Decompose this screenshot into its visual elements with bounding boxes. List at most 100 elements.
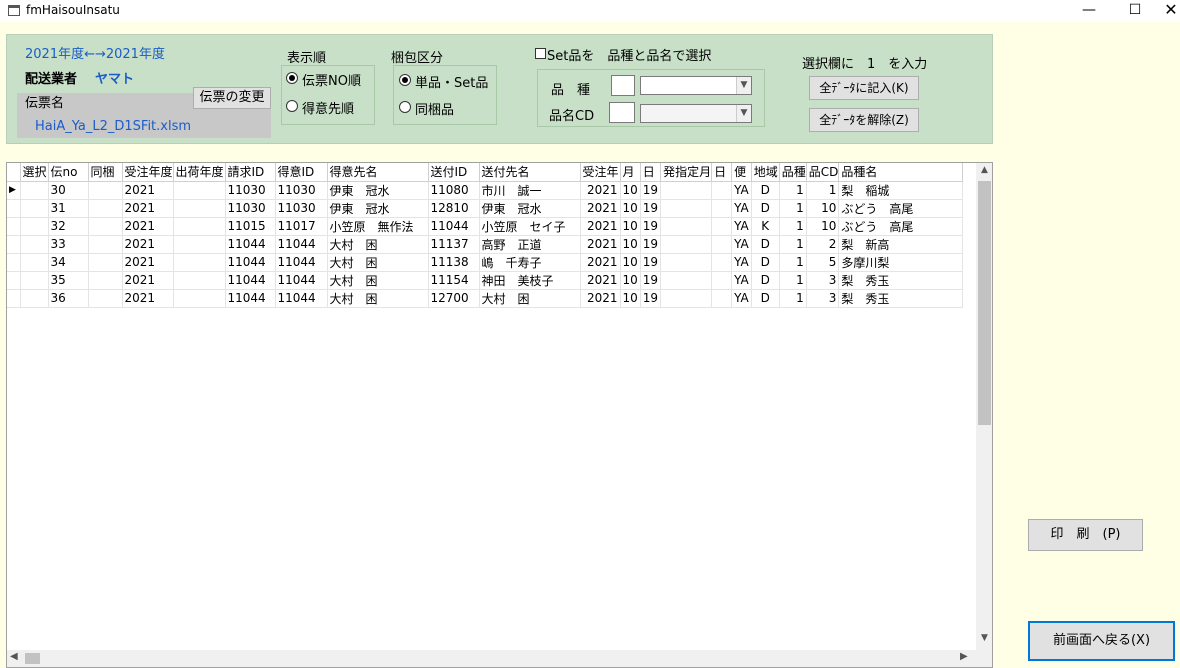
table-cell[interactable]: 大村 困	[327, 271, 429, 290]
table-cell[interactable]: 1	[806, 181, 840, 200]
table-cell[interactable]: D	[751, 199, 780, 218]
table-cell[interactable]: 2021	[580, 217, 621, 236]
table-cell[interactable]: ぶどう 高尾	[838, 217, 964, 236]
select-cell[interactable]	[20, 289, 49, 308]
table-cell[interactable]: 高野 正道	[479, 235, 581, 254]
row-selector[interactable]	[7, 253, 21, 272]
table-cell[interactable]: YA	[731, 271, 752, 290]
table-cell[interactable]: 1	[779, 253, 807, 272]
vertical-scrollbar[interactable]: ▲ ▼	[976, 163, 992, 667]
row-selector[interactable]: ▶	[7, 181, 21, 200]
table-cell[interactable]: 19	[640, 253, 662, 272]
table-cell[interactable]	[173, 289, 226, 308]
sort-by-customer-radio[interactable]	[286, 100, 298, 112]
table-cell[interactable]: 小笠原 セイ子	[479, 217, 581, 236]
table-cell[interactable]: 梨 新高	[838, 235, 964, 254]
select-cell[interactable]	[20, 271, 49, 290]
table-cell[interactable]: YA	[731, 199, 752, 218]
table-cell[interactable]	[711, 253, 733, 272]
row-selector[interactable]	[7, 235, 21, 254]
table-cell[interactable]	[711, 199, 733, 218]
table-cell[interactable]: 10	[620, 253, 641, 272]
fill-all-button[interactable]: 全ﾃﾞｰﾀに記入(K)	[809, 76, 919, 100]
table-cell[interactable]: 10	[620, 235, 641, 254]
table-cell[interactable]	[711, 271, 733, 290]
table-cell[interactable]	[660, 235, 713, 254]
single-set-radio[interactable]	[399, 74, 411, 86]
table-cell[interactable]: D	[751, 235, 780, 254]
table-cell[interactable]: 10	[806, 199, 840, 218]
table-cell[interactable]	[660, 289, 713, 308]
table-cell[interactable]: 32	[48, 217, 89, 236]
table-cell[interactable]: 31	[48, 199, 89, 218]
sort-by-customer-label[interactable]: 得意先順	[302, 98, 354, 117]
table-cell[interactable]: 11044	[275, 235, 328, 254]
table-cell[interactable]: 伊東 冠水	[479, 199, 581, 218]
table-cell[interactable]: 1	[779, 181, 807, 200]
table-cell[interactable]: 多摩川梨	[838, 253, 964, 272]
column-header[interactable]: 受注年度	[122, 163, 174, 182]
table-cell[interactable]	[173, 181, 226, 200]
table-cell[interactable]: 梨 秀玉	[838, 289, 964, 308]
column-header[interactable]: 品CD	[806, 163, 840, 182]
set-select-checkbox[interactable]	[535, 48, 546, 59]
table-cell[interactable]: 1	[779, 289, 807, 308]
chevron-down-icon[interactable]: ▼	[736, 77, 751, 94]
table-cell[interactable]	[660, 199, 713, 218]
column-header[interactable]: 日	[711, 163, 733, 182]
bundled-label[interactable]: 同梱品	[415, 99, 454, 118]
scroll-left-icon[interactable]: ◀	[10, 651, 18, 662]
table-cell[interactable]	[88, 235, 123, 254]
minimize-button[interactable]: —	[1066, 0, 1112, 22]
table-cell[interactable]: YA	[731, 181, 752, 200]
table-cell[interactable]: 梨 秀玉	[838, 271, 964, 290]
table-cell[interactable]	[711, 289, 733, 308]
table-cell[interactable]: 2021	[580, 289, 621, 308]
table-cell[interactable]: 11044	[225, 289, 276, 308]
table-cell[interactable]: 大村 困	[327, 253, 429, 272]
bundled-radio[interactable]	[399, 101, 411, 113]
table-cell[interactable]	[711, 181, 733, 200]
table-cell[interactable]: YA	[731, 235, 752, 254]
table-cell[interactable]: 11137	[428, 235, 480, 254]
table-cell[interactable]: 11030	[225, 181, 276, 200]
table-cell[interactable]	[88, 271, 123, 290]
table-cell[interactable]: 11015	[225, 217, 276, 236]
table-row[interactable]: 33 2021 11044 11044 大村 困 11137 高野 正道 2021 10 19 YA…	[7, 235, 964, 254]
vertical-scroll-thumb[interactable]	[978, 181, 991, 425]
table-cell[interactable]: 11154	[428, 271, 480, 290]
column-header[interactable]: 同梱	[88, 163, 123, 182]
table-cell[interactable]	[660, 181, 713, 200]
column-header[interactable]: 受注年	[580, 163, 621, 182]
table-cell[interactable]: 大村 困	[327, 235, 429, 254]
clear-all-button[interactable]: 全ﾃﾞｰﾀを解除(Z)	[809, 108, 919, 132]
row-selector[interactable]	[7, 271, 21, 290]
table-cell[interactable]: 11080	[428, 181, 480, 200]
table-cell[interactable]: 2021	[122, 289, 174, 308]
table-cell[interactable]: 19	[640, 217, 662, 236]
table-cell[interactable]	[173, 271, 226, 290]
table-cell[interactable]: 12700	[428, 289, 480, 308]
column-header[interactable]: 月	[620, 163, 641, 182]
table-cell[interactable]: 2021	[122, 235, 174, 254]
table-cell[interactable]	[660, 217, 713, 236]
table-cell[interactable]: 1	[779, 217, 807, 236]
table-cell[interactable]: D	[751, 289, 780, 308]
table-cell[interactable]: D	[751, 181, 780, 200]
table-cell[interactable]: 19	[640, 271, 662, 290]
table-cell[interactable]: 2021	[122, 253, 174, 272]
column-header[interactable]: 地域	[751, 163, 780, 182]
table-cell[interactable]: K	[751, 217, 780, 236]
table-cell[interactable]	[173, 199, 226, 218]
table-cell[interactable]: 2021	[122, 199, 174, 218]
data-grid[interactable]: 選択 伝no 同梱 受注年度 出荷年度 請求ID 得意ID 得意先名 送付ID …	[6, 162, 993, 668]
table-cell[interactable]: 梨 稲城	[838, 181, 964, 200]
column-header[interactable]: 選択	[20, 163, 49, 182]
table-cell[interactable]: 33	[48, 235, 89, 254]
table-cell[interactable]: 小笠原 無作法	[327, 217, 429, 236]
table-row[interactable]: 35 2021 11044 11044 大村 困 11154 神田 美枝子 2021 10 19 Y…	[7, 271, 964, 290]
table-cell[interactable]: YA	[731, 289, 752, 308]
table-cell[interactable]: 10	[806, 217, 840, 236]
table-cell[interactable]: 市川 誠一	[479, 181, 581, 200]
table-cell[interactable]: 1	[779, 235, 807, 254]
